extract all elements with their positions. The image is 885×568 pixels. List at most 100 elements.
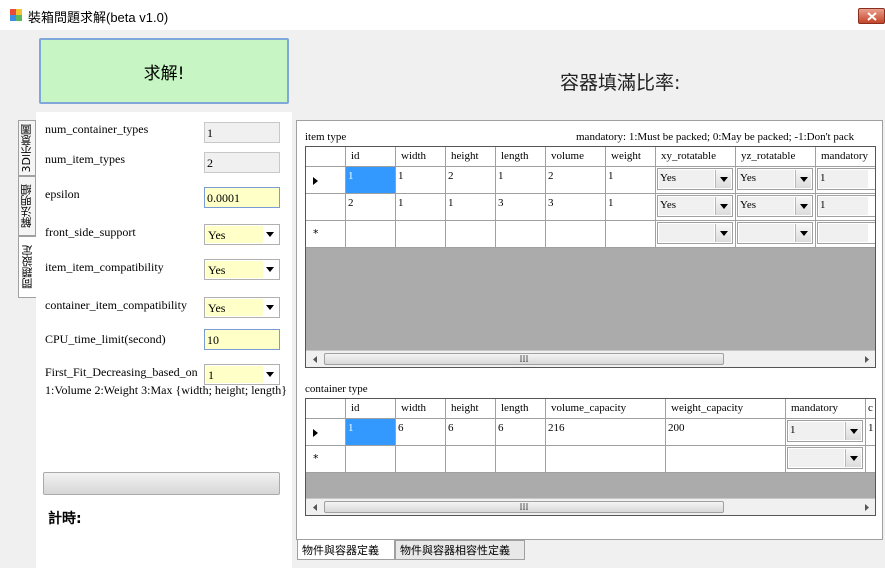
column-header[interactable]: length: [496, 399, 546, 419]
solve-button[interactable]: 求解!: [39, 38, 289, 104]
table-cell[interactable]: 2: [346, 194, 396, 221]
column-header[interactable]: volume: [546, 147, 606, 167]
item-type-grid[interactable]: id width height length volume weight xy_…: [305, 146, 876, 368]
new-row-marker: *: [313, 227, 319, 240]
scroll-right-icon[interactable]: [858, 499, 875, 515]
column-header[interactable]: height: [446, 147, 496, 167]
tab-compatibility-definition[interactable]: 物件與容器相容性定義: [395, 540, 525, 560]
table-cell[interactable]: 2: [546, 167, 606, 194]
table-cell[interactable]: 6: [496, 419, 546, 446]
table-cell[interactable]: [396, 446, 446, 473]
column-header[interactable]: volume_capacity: [546, 399, 666, 419]
epsilon-field[interactable]: 0.0001: [204, 187, 280, 208]
table-cell[interactable]: [546, 221, 606, 248]
column-header[interactable]: weight: [606, 147, 656, 167]
table-cell[interactable]: 1: [866, 419, 875, 446]
container-item-compatibility-select[interactable]: Yes: [204, 297, 280, 318]
tab-solution-details[interactable]: 解法明細: [18, 176, 36, 236]
close-button[interactable]: [858, 8, 885, 24]
table-cell[interactable]: 200: [666, 419, 786, 446]
table-cell[interactable]: 3: [546, 194, 606, 221]
table-cell[interactable]: [396, 221, 446, 248]
column-header[interactable]: width: [396, 147, 446, 167]
table-cell[interactable]: 1: [346, 419, 396, 446]
window-title: 裝箱問題求解(beta v1.0): [28, 10, 169, 25]
column-header[interactable]: yz_rotatable: [736, 147, 816, 167]
scroll-thumb[interactable]: III: [324, 501, 724, 513]
item-grid-hscrollbar[interactable]: III: [306, 350, 875, 367]
column-header[interactable]: mandatory: [786, 399, 866, 419]
container-mandatory-select[interactable]: 1: [787, 420, 863, 442]
table-cell[interactable]: 1: [396, 194, 446, 221]
table-cell[interactable]: [606, 221, 656, 248]
cpu-time-limit-field[interactable]: 10: [204, 329, 280, 350]
new-row-marker: *: [313, 452, 319, 465]
yz-rotatable-select[interactable]: Yes: [737, 195, 813, 217]
ffd-hint: 1:Volume 2:Weight 3:Max {width; height; …: [45, 383, 287, 397]
table-cell[interactable]: [346, 221, 396, 248]
column-header[interactable]: length: [496, 147, 546, 167]
yz-rotatable-select[interactable]: [737, 222, 813, 244]
tab-3d-view[interactable]: 3D示意圖: [18, 120, 36, 176]
table-cell[interactable]: 1: [346, 167, 396, 194]
ffd-select[interactable]: 1: [204, 364, 280, 385]
scroll-left-icon[interactable]: [306, 499, 323, 515]
column-header[interactable]: id: [346, 147, 396, 167]
column-header[interactable]: xy_rotatable: [656, 147, 736, 167]
table-cell[interactable]: [546, 446, 666, 473]
scroll-thumb[interactable]: III: [324, 353, 724, 365]
row-header[interactable]: [306, 194, 346, 221]
column-header[interactable]: height: [446, 399, 496, 419]
scroll-left-icon[interactable]: [306, 351, 323, 367]
container-type-grid[interactable]: id width height length volume_capacity w…: [305, 398, 876, 516]
mandatory-select[interactable]: [817, 222, 875, 244]
xy-rotatable-select[interactable]: Yes: [657, 168, 733, 190]
num-container-types-field[interactable]: 1: [204, 122, 280, 143]
row-header[interactable]: [306, 419, 346, 446]
mandatory-select[interactable]: 1: [817, 168, 875, 190]
xy-rotatable-select[interactable]: [657, 222, 733, 244]
scroll-right-icon[interactable]: [858, 351, 875, 367]
xy-rotatable-select[interactable]: Yes: [657, 195, 733, 217]
table-cell[interactable]: 2: [446, 167, 496, 194]
table-cell[interactable]: 3: [496, 194, 546, 221]
table-cell: [656, 221, 736, 248]
table-cell[interactable]: 1: [606, 167, 656, 194]
table-cell[interactable]: [496, 446, 546, 473]
table-cell[interactable]: 216: [546, 419, 666, 446]
container-grid-hscrollbar[interactable]: III: [306, 498, 875, 515]
table-cell[interactable]: 1: [446, 194, 496, 221]
column-header[interactable]: c: [866, 399, 875, 419]
row-header[interactable]: *: [306, 446, 346, 473]
table-cell[interactable]: 6: [396, 419, 446, 446]
num-item-types-field[interactable]: 2: [204, 152, 280, 173]
chevron-down-icon: [262, 226, 278, 243]
table-cell[interactable]: [496, 221, 546, 248]
column-header[interactable]: width: [396, 399, 446, 419]
row-header[interactable]: *: [306, 221, 346, 248]
xy-rotatable-value: Yes: [659, 170, 714, 188]
chevron-down-icon: [795, 224, 811, 242]
item-item-compatibility-select[interactable]: Yes: [204, 259, 280, 280]
column-header[interactable]: id: [346, 399, 396, 419]
container-mandatory-select[interactable]: [787, 447, 863, 469]
table-cell[interactable]: [446, 446, 496, 473]
table-cell[interactable]: 1: [496, 167, 546, 194]
current-row-icon: [313, 429, 318, 437]
table-cell[interactable]: [866, 446, 875, 473]
column-header[interactable]: weight_capacity: [666, 399, 786, 419]
table-cell[interactable]: 1: [396, 167, 446, 194]
table-cell[interactable]: [446, 221, 496, 248]
front-side-support-select[interactable]: Yes: [204, 224, 280, 245]
tab-object-container-definition[interactable]: 物件與容器定義: [297, 540, 395, 560]
table-cell[interactable]: 6: [446, 419, 496, 446]
mandatory-select[interactable]: 1: [817, 195, 875, 217]
table-cell[interactable]: [666, 446, 786, 473]
yz-rotatable-select[interactable]: Yes: [737, 168, 813, 190]
row-header[interactable]: [306, 167, 346, 194]
column-header[interactable]: mandatory: [816, 147, 875, 167]
tab-problem-settings[interactable]: 問題設定: [18, 236, 36, 298]
container-item-compatibility-value: Yes: [206, 299, 263, 316]
table-cell[interactable]: 1: [606, 194, 656, 221]
table-cell[interactable]: [346, 446, 396, 473]
